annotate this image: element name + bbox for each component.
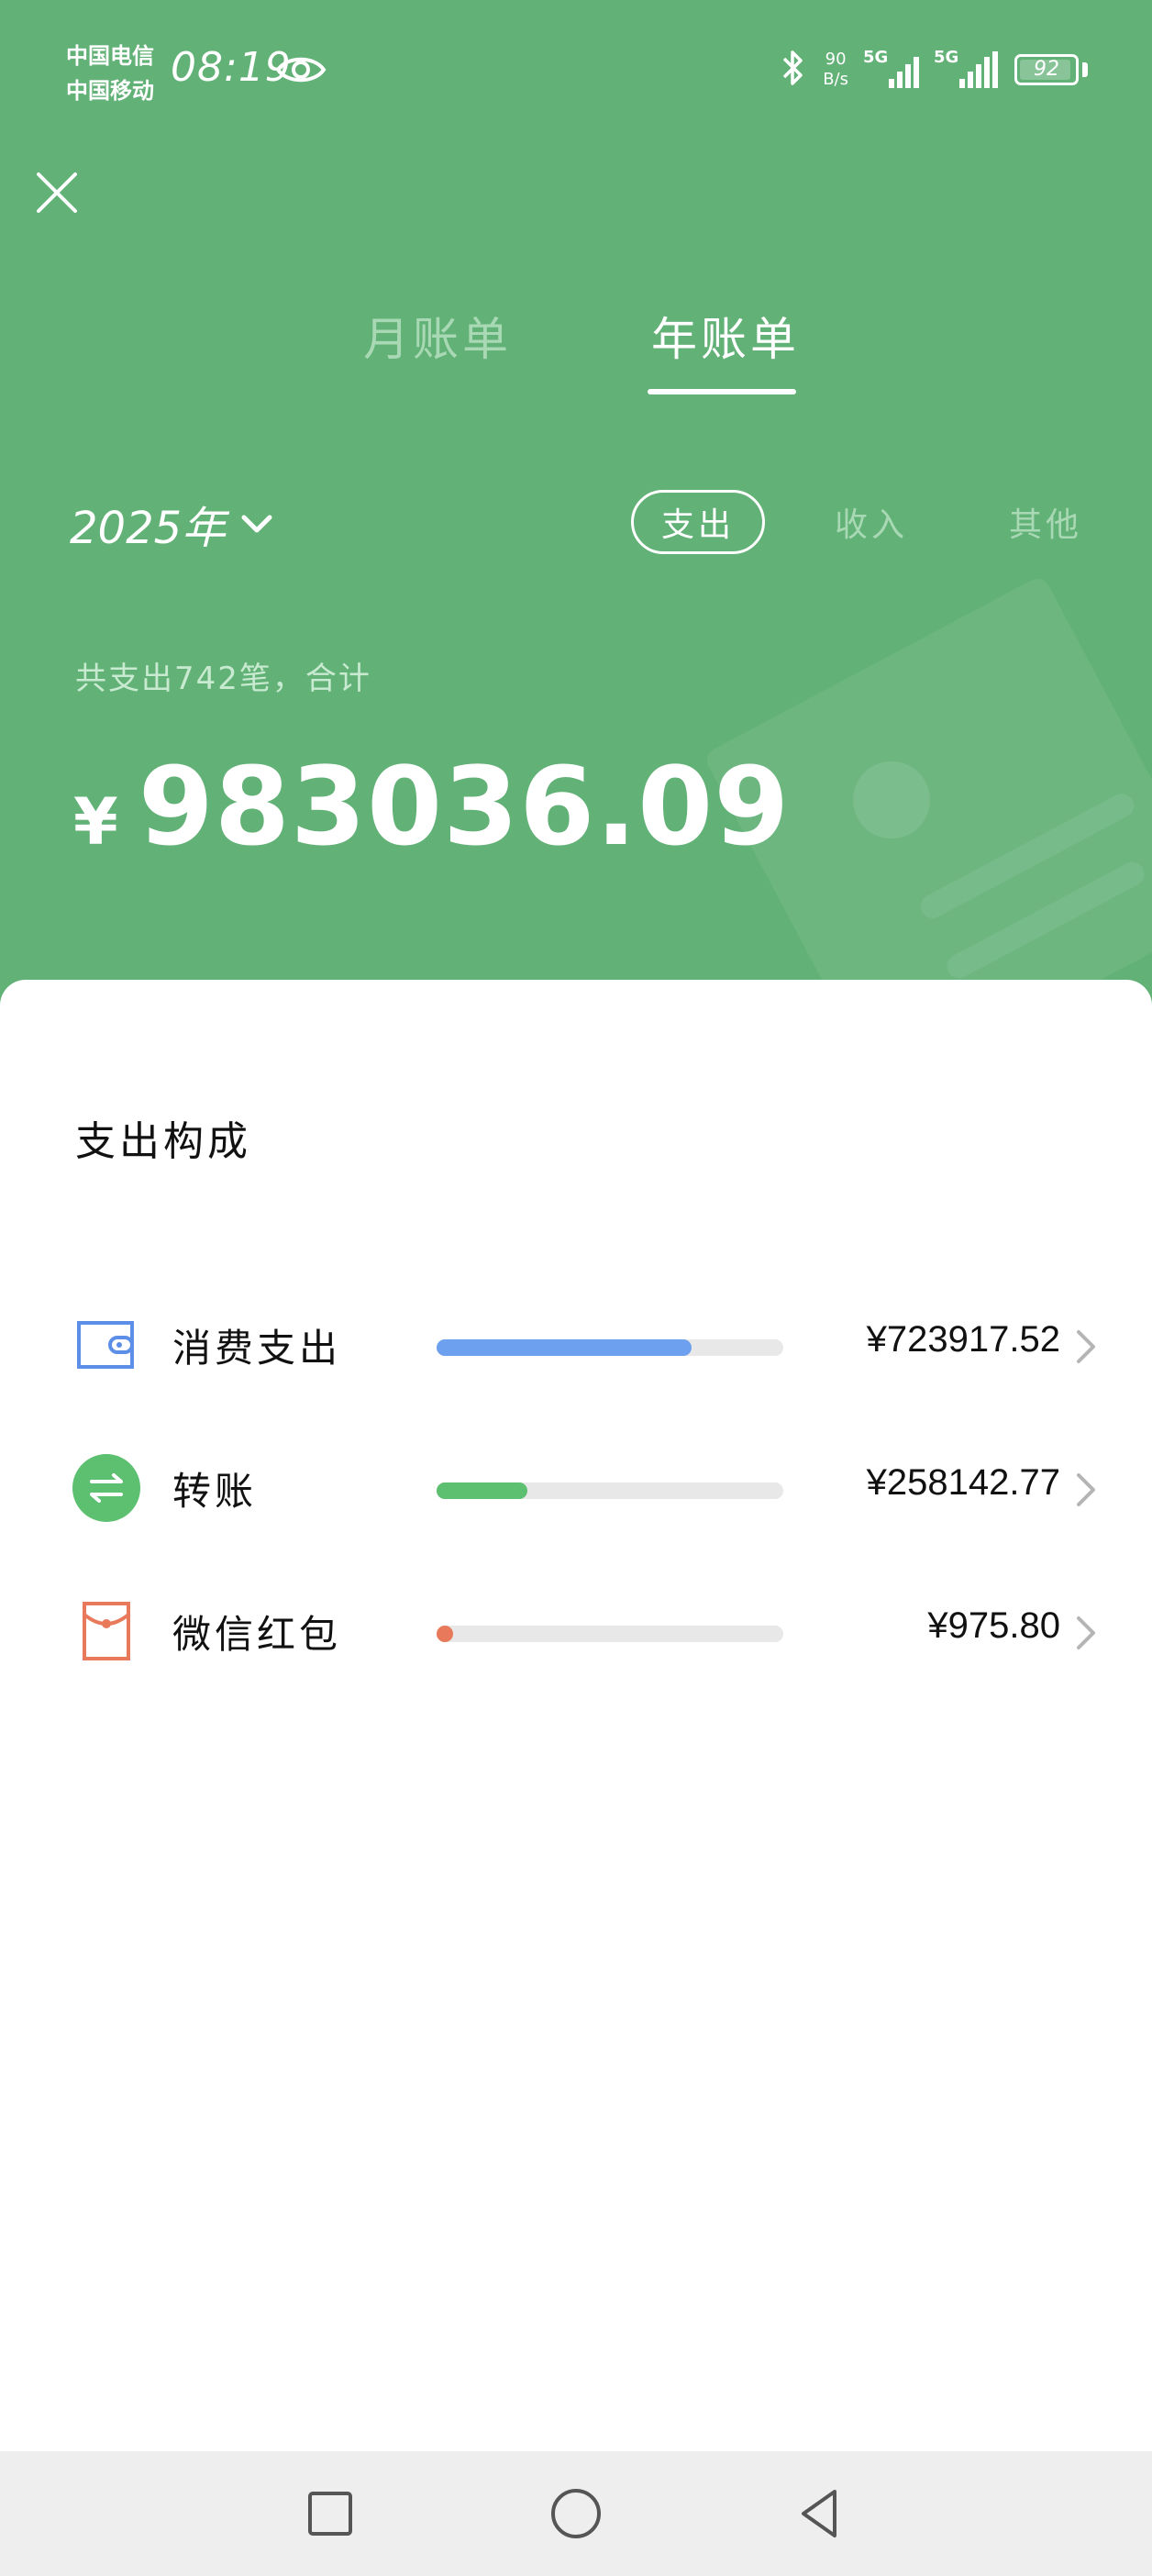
filter-expense[interactable]: 支出 [631,490,765,554]
total-value: 983036.09 [138,743,791,870]
network-speed-value: 90 [825,50,847,69]
header-panel: 中国电信 中国移动 08:19 90 B/s 5G 5G 92 月账单 年账单 … [0,0,1152,1009]
bluetooth-icon [781,48,806,92]
breakdown-label: 微信红包 [172,1612,342,1657]
chevron-right-icon [1077,1330,1095,1363]
transfer-icon [72,1453,141,1523]
red-packet-icon [72,1596,141,1666]
signal-2-label: 5G [934,48,959,67]
carrier-2: 中国移动 [66,78,154,104]
filter-other[interactable]: 其他 [1000,490,1091,554]
breakdown-amount: ¥258142.77 [866,1462,1060,1503]
progress-fill [437,1339,692,1356]
progress-fill [437,1626,453,1642]
breakdown-row-red-packet[interactable]: 微信红包 ¥975.80 [0,1578,1152,1670]
battery-level: 92 [1034,58,1059,81]
carrier-1: 中国电信 [66,43,154,69]
status-time: 08:19 [171,44,292,91]
carrier-names: 中国电信 中国移动 [66,39,154,108]
wallet-icon [72,1310,141,1380]
close-button[interactable] [29,165,84,220]
chevron-down-icon [241,515,272,533]
progress-track [437,1626,783,1642]
breakdown-amount: ¥723917.52 [866,1319,1060,1360]
chevron-right-icon [1077,1473,1095,1506]
decorative-circle [853,761,930,838]
system-nav-bar [0,2451,1152,2576]
signal-icon: 5G [863,48,919,88]
status-bar: 中国电信 中国移动 08:19 90 B/s 5G 5G 92 [0,0,1152,138]
breakdown-amount: ¥975.80 [927,1605,1060,1646]
square-icon [308,2492,352,2536]
chevron-right-icon [1077,1616,1095,1649]
breakdown-label: 转账 [172,1469,258,1514]
tab-month-bill[interactable]: 月账单 [363,303,512,369]
breakdown-row-transfer[interactable]: 转账 ¥258142.77 [0,1435,1152,1527]
bill-tabs: 月账单 年账单 [0,303,1152,404]
status-right-icons: 90 B/s 5G 5G 92 [781,48,1088,92]
battery-icon: 92 [1014,54,1079,85]
breakdown-row-consumption[interactable]: 消费支出 ¥723917.52 [0,1292,1152,1383]
close-icon [37,172,77,213]
signal-icon: 5G [934,48,998,88]
home-button[interactable] [547,2484,605,2543]
progress-track [437,1339,783,1356]
currency-symbol: ¥ [73,784,118,860]
breakdown-card: 支出构成 消费支出 ¥723917.52 转账 ¥258142.77 微信红包 … [0,980,1152,2451]
progress-fill [437,1482,528,1499]
eye-icon [275,51,327,92]
network-speed-unit: B/s [823,70,848,89]
summary-text: 共支出742笔，合计 [75,661,371,697]
breakdown-title: 支出构成 [75,1118,251,1165]
year-label: 2025年 [70,503,227,554]
active-tab-indicator [648,389,796,394]
network-speed: 90 B/s [823,50,848,90]
signal-1-label: 5G [863,48,889,67]
progress-track [437,1482,783,1499]
back-button[interactable] [791,2484,849,2543]
breakdown-label: 消费支出 [172,1326,342,1371]
year-dropdown[interactable]: 2025年 [70,492,273,556]
total-amount: ¥ 983036.09 [73,743,790,870]
back-triangle-icon [802,2490,836,2537]
recent-apps-button[interactable] [301,2484,360,2543]
filter-income[interactable]: 收入 [825,490,917,554]
circle-icon [551,2489,601,2538]
tab-year-bill[interactable]: 年账单 [651,303,800,369]
